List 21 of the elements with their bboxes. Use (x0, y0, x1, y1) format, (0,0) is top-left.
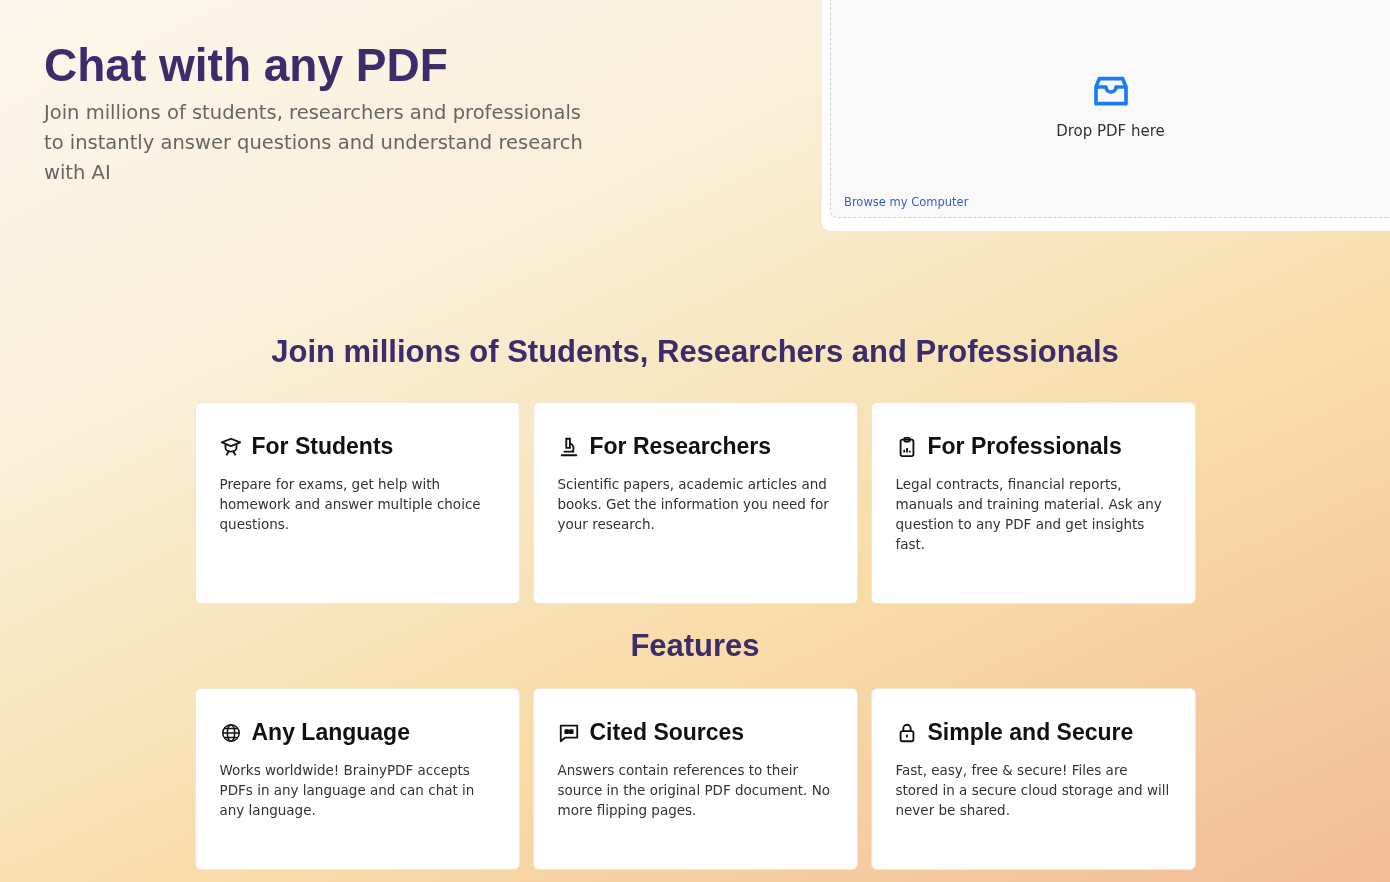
section-heading: Join millions of Students, Researchers and Professionals (270, 334, 1120, 370)
card-title: For Researchers (589, 433, 772, 460)
card-title: Any Language (251, 719, 410, 746)
card-text: Works worldwide! BrainyPDF accepts PDFs in any language and can chat in any language. (219, 761, 476, 820)
browse-link[interactable]: Browse my Computer (844, 195, 969, 209)
drop-zone[interactable]: Drop PDF here Browse my Computer (830, 0, 1390, 218)
drop-label: Drop PDF here (1056, 122, 1165, 140)
hero-subtitle: Join millions of students, researchers and professionals to instantly answer questions and understand research with AI (44, 100, 584, 186)
card-title: For Students (251, 433, 394, 460)
hero-title: Chat with any PDF (44, 38, 449, 92)
card-title: For Professionals (927, 433, 1122, 460)
globe-icon (219, 721, 242, 744)
card-title: Cited Sources (589, 719, 745, 746)
card-text: Legal contracts, financial reports, manuals and training material. Ask any question to any PDF and get insights fast. (895, 475, 1163, 554)
card-text: Scientific papers, academic articles and books. Get the information you need for your research. (557, 475, 830, 534)
card-text: Prepare for exams, get help with homework and answer multiple choice questions. (219, 475, 482, 534)
card-title: Simple and Secure (927, 719, 1134, 746)
graduation-cap-icon (219, 435, 242, 458)
card-text: Fast, easy, free & secure! Files are stored in a secure cloud storage and will never be shared. (895, 761, 1171, 820)
card-text: Answers contain references to their source in the original PDF document. No more flipping pages. (557, 761, 832, 820)
section-heading: Features (629, 628, 761, 664)
